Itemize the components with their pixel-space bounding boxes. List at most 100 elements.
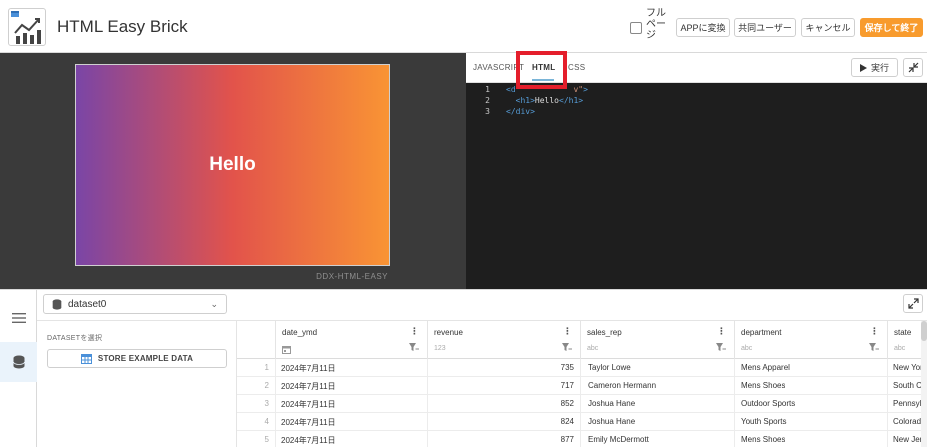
- expand-button[interactable]: [903, 294, 923, 313]
- row-number: 1: [264, 363, 269, 372]
- code-panel: JAVASCRIPT HTML CSS 実行 1 <div class="div…: [466, 53, 927, 289]
- tab-html[interactable]: HTML: [532, 63, 555, 72]
- code-editor[interactable]: 1 <div class="div"> 2 <h1>Hello</h1> 3 <…: [466, 83, 927, 289]
- menu-icon[interactable]: [0, 298, 37, 338]
- cell-sales-rep: Joshua Hane: [588, 417, 636, 426]
- preview-watermark: DDX-HTML-EASY: [316, 272, 388, 281]
- filter-icon[interactable]: [869, 343, 879, 351]
- table-row[interactable]: 1 2024年7月11日 735 Taylor Lowe Mens Appare…: [237, 359, 927, 377]
- active-tab-indicator: [532, 79, 554, 81]
- row-number: 3: [264, 399, 269, 408]
- grid-scrollbar-thumb[interactable]: [921, 321, 927, 341]
- app-header: HTML Easy Brick フルページ APPに変換 共同ユーザー キャンセ…: [0, 0, 927, 53]
- cell-state: New Jersey: [893, 435, 922, 444]
- cell-state: Colorado: [893, 417, 922, 426]
- calendar-icon: [282, 346, 291, 354]
- column-type: 123: [434, 345, 446, 352]
- code-text: </div>: [506, 107, 535, 116]
- table-row[interactable]: 3 2024年7月11日 852 Joshua Hane Outdoor Spo…: [237, 395, 927, 413]
- column-menu-icon[interactable]: ⋮: [870, 326, 879, 337]
- cell-state: New York: [893, 363, 922, 372]
- grid-scrollbar[interactable]: [921, 321, 927, 447]
- cell-revenue: 824: [560, 417, 574, 426]
- table-row[interactable]: 4 2024年7月11日 824 Joshua Hane Youth Sport…: [237, 413, 927, 431]
- cell-department: Mens Shoes: [741, 381, 786, 390]
- line-number: 3: [485, 107, 490, 116]
- column-name: sales_rep: [587, 328, 622, 337]
- cell-date: 2024年7月11日: [281, 418, 336, 427]
- preview-area: Hello DDX-HTML-EASY: [0, 53, 466, 289]
- cell-date: 2024年7月11日: [281, 400, 336, 409]
- convert-to-app-button[interactable]: APPに変換: [676, 18, 730, 37]
- filter-icon[interactable]: [716, 343, 726, 351]
- table-row[interactable]: 5 2024年7月11日 877 Emily McDermott Mens Sh…: [237, 431, 927, 447]
- tab-css[interactable]: CSS: [568, 63, 585, 72]
- dataset-select[interactable]: dataset0 ⌄: [43, 294, 227, 314]
- run-label: 実行: [870, 63, 889, 73]
- column-type: abc: [894, 345, 906, 352]
- row-number: 2: [264, 381, 269, 390]
- column-header-department[interactable]: department ⋮ abc: [734, 321, 887, 359]
- fullpage-checkbox[interactable]: [630, 22, 642, 34]
- run-button[interactable]: 実行: [851, 58, 898, 77]
- dataset-panel: DATASETを選択 STORE EXAMPLE DATA: [37, 320, 236, 447]
- cell-department: Youth Sports: [741, 417, 787, 426]
- collapse-arrows-icon: [908, 62, 918, 73]
- code-line: 3 </div>: [466, 107, 927, 118]
- column-name: date_ymd: [282, 328, 318, 337]
- dataset-select-label: DATASETを選択: [47, 335, 103, 342]
- dataset-select-value: dataset0: [68, 298, 107, 310]
- column-menu-icon[interactable]: ⋮: [717, 326, 726, 337]
- code-text: <h1>Hello</h1>: [515, 96, 584, 105]
- table-icon: [80, 353, 92, 364]
- cell-revenue: 735: [560, 363, 574, 372]
- cell-sales-rep: Taylor Lowe: [588, 363, 631, 372]
- cell-revenue: 852: [560, 399, 574, 408]
- shared-users-button[interactable]: 共同ユーザー: [734, 18, 796, 37]
- fullpage-toggle[interactable]: フルページ: [630, 8, 666, 41]
- column-menu-icon[interactable]: ⋮: [410, 326, 419, 337]
- cell-department: Mens Apparel: [741, 363, 790, 372]
- chevron-down-icon: ⌄: [210, 299, 218, 309]
- code-line: 1 <div class="div">: [466, 85, 927, 96]
- cell-department: Mens Shoes: [741, 435, 786, 444]
- collapse-button[interactable]: [903, 58, 923, 77]
- side-rail: [0, 290, 37, 447]
- grid-header: date_ymd ⋮ revenue ⋮ 123 sales_rep ⋮ abc…: [237, 321, 927, 359]
- data-area: dataset0 ⌄ DATASETを選択 STORE EXAMPLE DATA: [0, 289, 927, 447]
- column-menu-icon[interactable]: ⋮: [563, 326, 572, 337]
- database-icon[interactable]: [0, 342, 37, 382]
- cell-date: 2024年7月11日: [281, 436, 336, 445]
- table-row[interactable]: 2 2024年7月11日 717 Cameron Hermann Mens Sh…: [237, 377, 927, 395]
- cell-date: 2024年7月11日: [281, 382, 336, 391]
- row-number: 4: [264, 417, 269, 426]
- filter-icon[interactable]: [409, 343, 419, 351]
- line-number: 1: [485, 85, 490, 94]
- column-name: revenue: [434, 328, 463, 337]
- app-title: HTML Easy Brick: [57, 17, 188, 36]
- preview-heading: Hello: [209, 154, 256, 175]
- save-and-exit-button[interactable]: 保存して終了: [860, 18, 923, 37]
- cell-date: 2024年7月11日: [281, 364, 336, 373]
- cell-state: Pennsylvania: [893, 399, 922, 408]
- store-example-data-button[interactable]: STORE EXAMPLE DATA: [47, 349, 227, 368]
- line-number: 2: [485, 96, 490, 105]
- column-header-sales_rep[interactable]: sales_rep ⋮ abc: [580, 321, 734, 359]
- play-icon: [859, 63, 867, 72]
- cell-sales-rep: Joshua Hane: [588, 399, 636, 408]
- row-number: 5: [264, 435, 269, 444]
- cell-department: Outdoor Sports: [741, 399, 796, 408]
- column-type: abc: [587, 345, 599, 352]
- cell-sales-rep: Emily McDermott: [588, 435, 649, 444]
- cell-state: South Carolina: [893, 381, 922, 390]
- column-type: abc: [741, 345, 753, 352]
- tab-javascript[interactable]: JAVASCRIPT: [473, 63, 524, 72]
- code-tabs: JAVASCRIPT HTML CSS 実行: [466, 53, 927, 83]
- code-line: 2 <h1>Hello</h1>: [466, 96, 927, 107]
- column-header-revenue[interactable]: revenue ⋮ 123: [427, 321, 580, 359]
- cell-sales-rep: Cameron Hermann: [588, 381, 657, 390]
- app-chart-icon: [8, 8, 46, 46]
- column-header-date_ymd[interactable]: date_ymd ⋮: [275, 321, 427, 359]
- filter-icon[interactable]: [562, 343, 572, 351]
- cancel-button[interactable]: キャンセル: [801, 18, 855, 37]
